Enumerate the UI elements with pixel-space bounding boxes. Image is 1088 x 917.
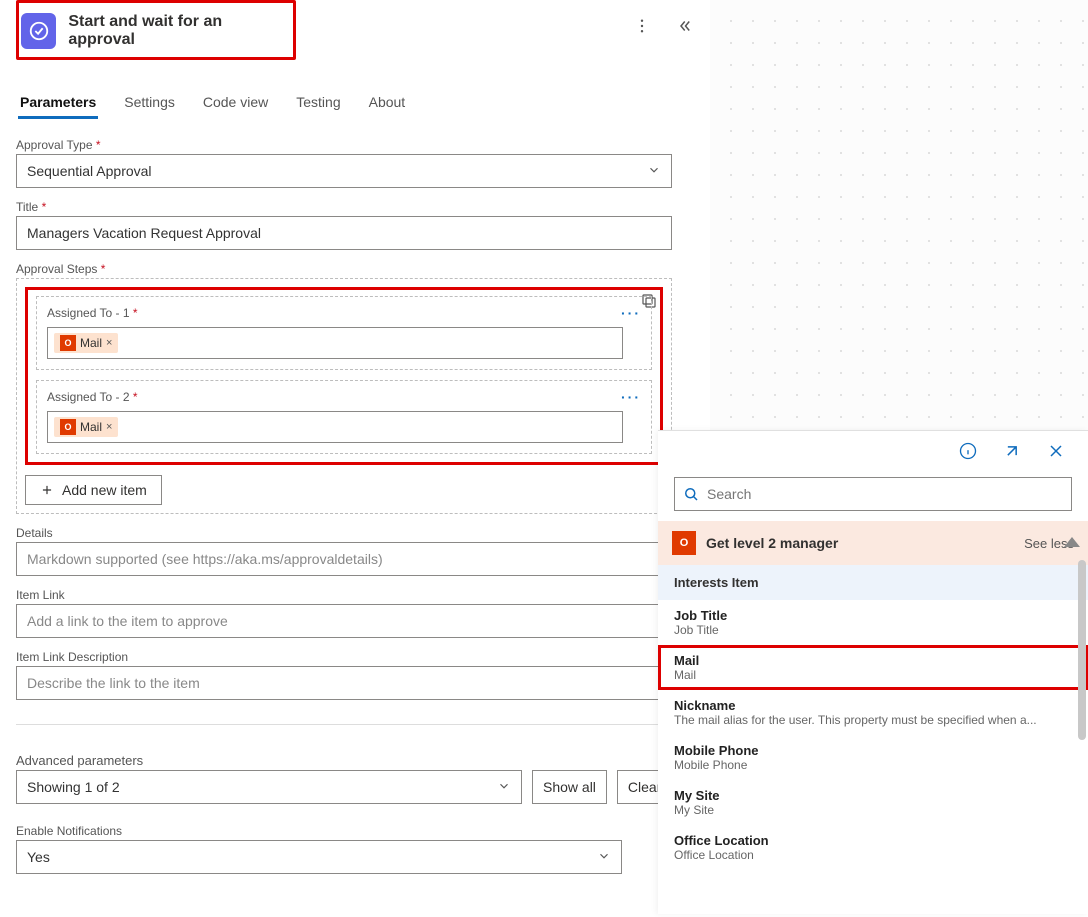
action-panel: Start and wait for an approval Parameter… — [0, 0, 710, 917]
enable-notifications-label: Enable Notifications — [16, 824, 698, 838]
title-input[interactable]: Managers Vacation Request Approval — [16, 216, 672, 250]
details-input[interactable]: Markdown supported (see https://aka.ms/a… — [16, 542, 672, 576]
info-icon[interactable] — [958, 441, 980, 463]
title-value: Managers Vacation Request Approval — [27, 225, 261, 241]
flyout-section-header: Interests Item — [658, 565, 1088, 600]
assigned-to-2-label: Assigned To - 2 * — [47, 390, 138, 404]
office-icon: O — [60, 419, 76, 435]
step-1-menu-icon[interactable]: ··· — [621, 305, 641, 321]
action-title: Start and wait for an approval — [68, 13, 289, 49]
add-new-item-button[interactable]: Add new item — [25, 475, 162, 505]
item-link-desc-input[interactable]: Describe the link to the item — [16, 666, 672, 700]
tab-about[interactable]: About — [367, 88, 408, 119]
flyout-scrollbar[interactable] — [1078, 560, 1086, 740]
enable-notifications-select[interactable]: Yes — [16, 840, 622, 874]
mail-token-1[interactable]: O Mail × — [54, 333, 118, 353]
remove-token-icon[interactable]: × — [106, 421, 112, 433]
flyout-search-input[interactable] — [674, 477, 1072, 511]
flyout-item-desc: Mail — [674, 668, 1072, 682]
plus-icon — [40, 483, 54, 497]
assigned-to-1-label: Assigned To - 1 * — [47, 306, 138, 320]
canvas-background — [710, 0, 1088, 430]
advanced-params-label: Advanced parameters — [16, 753, 698, 768]
mail-token-2[interactable]: O Mail × — [54, 417, 118, 437]
chevron-down-icon — [497, 779, 511, 796]
approval-steps-highlight: Assigned To - 1 * ··· O Mail × — [25, 287, 663, 465]
chevron-down-icon — [647, 163, 661, 180]
flyout-item-my-site[interactable]: My SiteMy Site — [658, 780, 1088, 825]
item-link-input[interactable]: Add a link to the item to approve — [16, 604, 672, 638]
chevron-down-icon — [597, 849, 611, 866]
close-icon[interactable] — [1046, 441, 1068, 463]
flyout-item-desc: Job Title — [674, 623, 1072, 637]
action-header: Start and wait for an approval — [16, 0, 296, 60]
advanced-params-select[interactable]: Showing 1 of 2 — [16, 770, 522, 804]
triangle-up-icon — [1064, 537, 1080, 547]
details-label: Details — [16, 526, 698, 540]
flyout-item-title: Nickname — [674, 698, 1072, 713]
approval-type-label: Approval Type — [16, 138, 698, 152]
flyout-card-title: Get level 2 manager — [706, 535, 838, 551]
flyout-item-desc: Mobile Phone — [674, 758, 1072, 772]
flyout-item-desc: The mail alias for the user. This proper… — [674, 713, 1072, 727]
remove-token-icon[interactable]: × — [106, 337, 112, 349]
step-2-menu-icon[interactable]: ··· — [621, 389, 641, 405]
search-icon — [682, 485, 700, 506]
title-label: Title — [16, 200, 698, 214]
approval-step-2: Assigned To - 2 * ··· O Mail × — [36, 380, 652, 454]
office-icon: O — [60, 335, 76, 351]
item-link-desc-label: Item Link Description — [16, 650, 698, 664]
approval-step-1: Assigned To - 1 * ··· O Mail × — [36, 296, 652, 370]
flyout-item-job-title[interactable]: Job TitleJob Title — [658, 600, 1088, 645]
flyout-item-title: Mail — [674, 653, 1072, 668]
approval-type-select[interactable]: Sequential Approval — [16, 154, 672, 188]
flyout-item-title: Office Location — [674, 833, 1072, 848]
tab-testing[interactable]: Testing — [294, 88, 342, 119]
item-link-label: Item Link — [16, 588, 698, 602]
expand-icon[interactable] — [1002, 441, 1024, 463]
separator — [16, 724, 672, 725]
approval-steps-container: Assigned To - 1 * ··· O Mail × — [16, 278, 672, 514]
flyout-item-title: Mobile Phone — [674, 743, 1072, 758]
approval-steps-label: Approval Steps — [16, 262, 698, 276]
flyout-item-mail[interactable]: MailMail — [658, 645, 1088, 690]
tab-bar: Parameters Settings Code view Testing Ab… — [18, 88, 698, 120]
flyout-list[interactable]: Interests Item Job TitleJob TitleMailMai… — [658, 565, 1088, 870]
tab-settings[interactable]: Settings — [122, 88, 177, 119]
assigned-to-2-input[interactable]: O Mail × — [47, 411, 623, 443]
flyout-item-title: My Site — [674, 788, 1072, 803]
approval-type-value: Sequential Approval — [27, 163, 152, 179]
flyout-item-mobile-phone[interactable]: Mobile PhoneMobile Phone — [658, 735, 1088, 780]
approvals-icon — [21, 13, 56, 49]
collapse-panel-icon[interactable] — [672, 14, 696, 38]
flyout-item-title: Job Title — [674, 608, 1072, 623]
flyout-item-nickname[interactable]: NicknameThe mail alias for the user. Thi… — [658, 690, 1088, 735]
show-all-button[interactable]: Show all — [532, 770, 607, 804]
tab-parameters[interactable]: Parameters — [18, 88, 98, 119]
dynamic-content-flyout: O Get level 2 manager See less Interests… — [658, 430, 1088, 914]
tab-code-view[interactable]: Code view — [201, 88, 270, 119]
flyout-item-office-location[interactable]: Office LocationOffice Location — [658, 825, 1088, 870]
assigned-to-1-input[interactable]: O Mail × — [47, 327, 623, 359]
more-vertical-icon[interactable] — [630, 14, 654, 38]
office-icon: O — [672, 531, 696, 555]
flyout-source-card[interactable]: O Get level 2 manager See less — [658, 521, 1088, 565]
flyout-item-desc: My Site — [674, 803, 1072, 817]
flyout-item-desc: Office Location — [674, 848, 1072, 862]
